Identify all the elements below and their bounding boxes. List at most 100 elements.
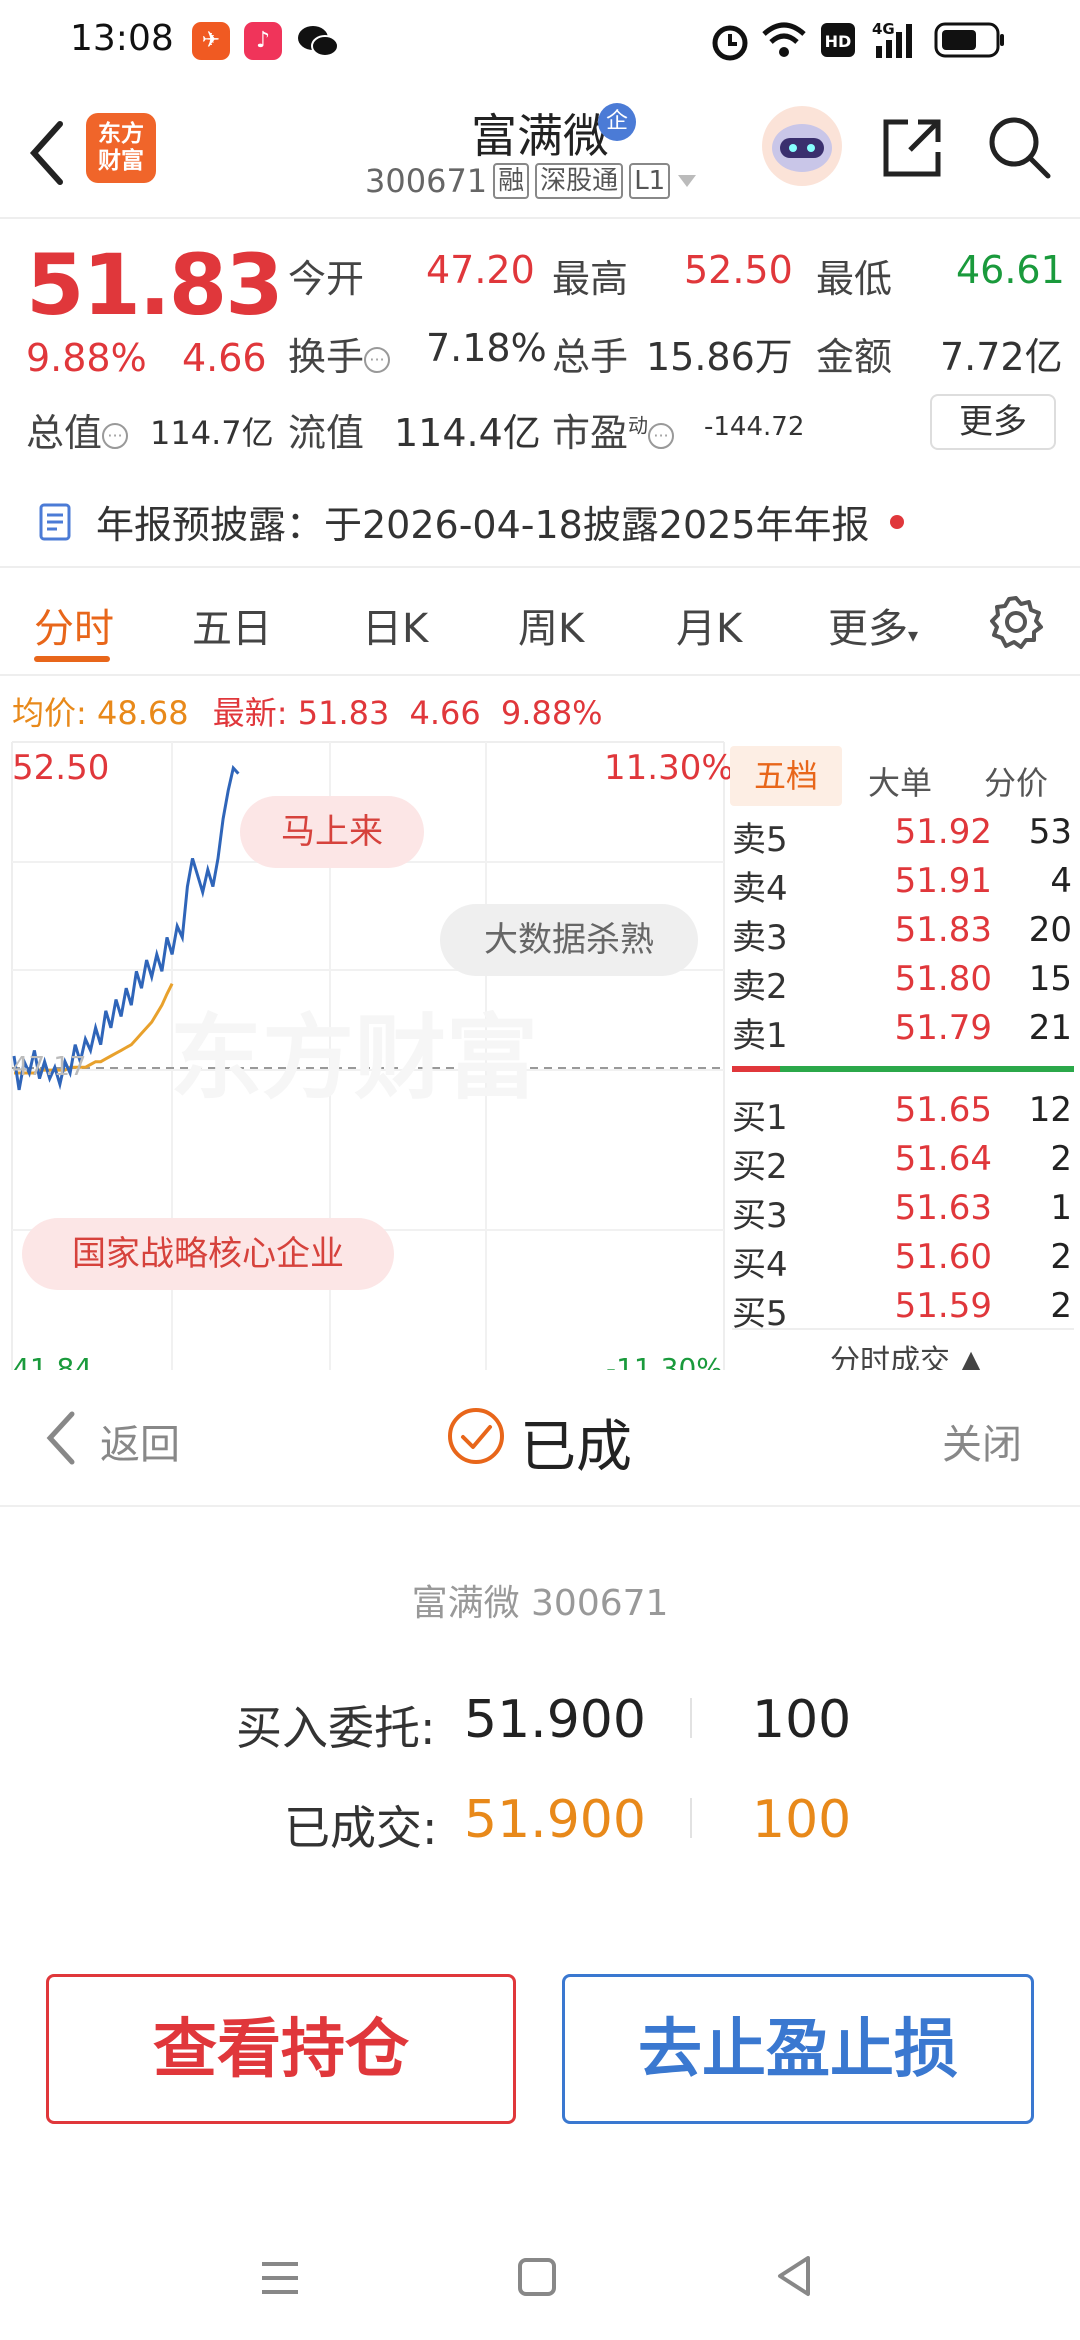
pe-info-icon[interactable]: ··· (648, 422, 675, 449)
ob-tab-large-order[interactable]: 大单 (868, 758, 932, 804)
tag-connect: 深股通 (535, 163, 624, 199)
tab-weekly-k[interactable]: 周K (518, 596, 584, 654)
nav-menu-icon[interactable] (258, 2258, 302, 2298)
notice-text: 年报预披露：于2026-04-18披露2025年年报 (96, 503, 870, 547)
ask-row-5: 卖5 51.92 53 (732, 812, 1072, 860)
tag-pill-3[interactable]: 国家战略核心企业 (22, 1218, 394, 1290)
ask-row-2: 卖2 51.80 15 (732, 959, 1072, 1007)
hd-icon: HD (821, 23, 855, 57)
turnover-info-icon[interactable]: ··· (364, 346, 391, 373)
chart-top-price: 52.50 (12, 748, 110, 788)
intraday-chart[interactable]: 东方财富 52.50 11.30% 47.17 41.84 -11.30% 马上… (0, 740, 734, 1385)
tab-daily-k[interactable]: 日K (362, 596, 428, 654)
music-app-icon: ♪ (244, 22, 282, 60)
status-bar: 13:08 ✈ ♪ HD 4G (0, 0, 1080, 80)
turnover-label: 换手 ··· (288, 326, 391, 381)
sheet-stock-line: 富满微 300671 (411, 1583, 669, 1624)
ask-row-4: 卖4 51.91 4 (732, 861, 1072, 909)
order-price: 51.900 (464, 1690, 646, 1750)
tab-intraday[interactable]: 分时 (34, 596, 114, 654)
status-time: 13:08 (70, 18, 174, 59)
share-icon[interactable] (880, 116, 944, 180)
high-value: 52.50 (684, 248, 793, 292)
chart-base-price: 47.17 (12, 1052, 87, 1082)
view-position-button[interactable]: 查看持仓 (46, 1974, 516, 2124)
stop-profit-loss-button[interactable]: 去止盈止损 (562, 1974, 1034, 2124)
notice-row[interactable]: 年报预披露：于2026-04-18披露2025年年报 (36, 494, 904, 549)
chart-top-pct: 11.30% (604, 748, 734, 788)
mktcap-info-icon[interactable]: ··· (102, 422, 129, 449)
order-separator (690, 1698, 692, 1738)
order-book-ratio-bar (732, 1066, 1074, 1072)
notice-unread-dot (889, 514, 904, 529)
stock-code: 300671 (365, 162, 488, 200)
tabs-divider (0, 674, 1080, 676)
tab-five-day[interactable]: 五日 (192, 596, 272, 654)
float-value: 114.4亿 (394, 411, 541, 455)
order-qty: 100 (752, 1690, 852, 1750)
svg-text:4G: 4G (872, 20, 895, 38)
tab-monthly-k[interactable]: 月K (676, 596, 742, 654)
tag-pill-1[interactable]: 马上来 (240, 796, 424, 868)
volume-label: 总手 (552, 335, 629, 379)
tab-active-indicator (34, 656, 110, 662)
alarm-icon (712, 25, 748, 61)
low-label: 最低 (816, 257, 893, 301)
dropdown-caret-icon[interactable] (676, 173, 698, 189)
pe-value: -144.72 (704, 412, 805, 442)
sheet-status-title: 已成 (520, 1415, 632, 1480)
open-label: 今开 (288, 257, 365, 301)
avg-label: 均价: (12, 694, 87, 732)
sheet-back-icon[interactable] (44, 1410, 78, 1466)
search-icon[interactable] (986, 114, 1052, 180)
latest-pct: 9.88% (500, 694, 603, 732)
tag-pill-2[interactable]: 大数据杀熟 (440, 904, 698, 976)
tag-margin: 融 (493, 163, 530, 199)
settings-gear-icon[interactable] (988, 594, 1044, 650)
avg-value: 48.68 (96, 694, 189, 732)
svg-text:HD: HD (825, 32, 852, 51)
sheet-divider (0, 1505, 1080, 1507)
high-label: 最高 (552, 257, 629, 301)
more-button[interactable]: 更多 (930, 394, 1056, 450)
bid-row-2: 买2 51.64 2 (732, 1139, 1072, 1187)
nav-back-icon[interactable] (774, 2254, 814, 2298)
amount-label: 金额 (816, 335, 893, 379)
filled-label: 已成交: (284, 1801, 438, 1855)
verified-badge: 企 (598, 103, 636, 141)
filled-qty: 100 (752, 1790, 852, 1850)
notice-divider (0, 566, 1080, 568)
filled-price: 51.900 (464, 1790, 646, 1850)
signal-icon: 4G (872, 20, 912, 58)
amount-value: 7.72亿 (940, 335, 1063, 379)
assistant-avatar-icon[interactable] (760, 104, 844, 188)
chart-watermark: 东方财富 (170, 1005, 538, 1112)
filled-separator (690, 1798, 692, 1838)
turnover-value: 7.18% (426, 326, 547, 370)
mktcap-value: 114.7亿 (150, 414, 274, 452)
header-divider (0, 217, 1080, 219)
latest-change: 4.66 (409, 694, 481, 732)
ask-row-1: 卖1 51.79 21 (732, 1008, 1072, 1056)
order-book-ratio-bar-red (732, 1066, 780, 1072)
sheet-close-button[interactable]: 关闭 (942, 1412, 1022, 1470)
latest-label: 最新: (212, 694, 288, 732)
pe-label: 市盈动 ··· (552, 402, 675, 457)
tag-level: L1 (629, 163, 671, 199)
float-label: 流值 (288, 411, 365, 455)
low-value: 46.61 (956, 248, 1065, 292)
success-check-icon (448, 1408, 504, 1464)
notification-app-icon: ✈ (192, 22, 230, 60)
nav-home-icon[interactable] (516, 2256, 558, 2298)
ob-footer-divider (732, 1328, 1074, 1330)
volume-value: 15.86万 (646, 335, 793, 379)
tab-more[interactable]: 更多▾ (828, 596, 918, 654)
battery-icon (934, 22, 1004, 58)
document-icon (39, 503, 71, 540)
bid-row-3: 买3 51.63 1 (732, 1188, 1072, 1236)
ob-tab-five-level[interactable]: 五档 (730, 746, 842, 806)
sheet-back-button[interactable]: 返回 (100, 1412, 180, 1470)
latest-value: 51.83 (297, 694, 390, 732)
ob-tab-price-dist[interactable]: 分价 (984, 758, 1048, 804)
order-label: 买入委托: (236, 1701, 436, 1755)
